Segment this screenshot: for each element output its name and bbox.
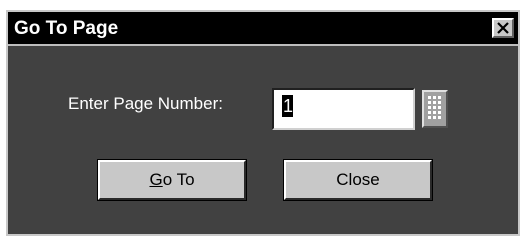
page-number-value: 1 (283, 96, 294, 116)
close-x-icon (497, 22, 509, 34)
dialog-title: Go To Page (14, 18, 119, 39)
close-window-button[interactable] (492, 18, 514, 38)
page-number-label: Enter Page Number: (68, 94, 223, 113)
keypad-grid-icon (428, 96, 441, 119)
close-button-label: Close (336, 170, 380, 189)
page-number-input[interactable] (272, 88, 415, 130)
go-to-mnemonic: G (149, 170, 163, 189)
go-to-button[interactable]: Go To (97, 159, 247, 201)
go-to-label-rest: o To (162, 170, 195, 189)
title-bar[interactable]: Go To Page (8, 12, 518, 46)
keypad-button[interactable] (422, 90, 448, 128)
go-to-button-label: Go To (149, 170, 194, 190)
close-button[interactable]: Close (283, 159, 433, 201)
